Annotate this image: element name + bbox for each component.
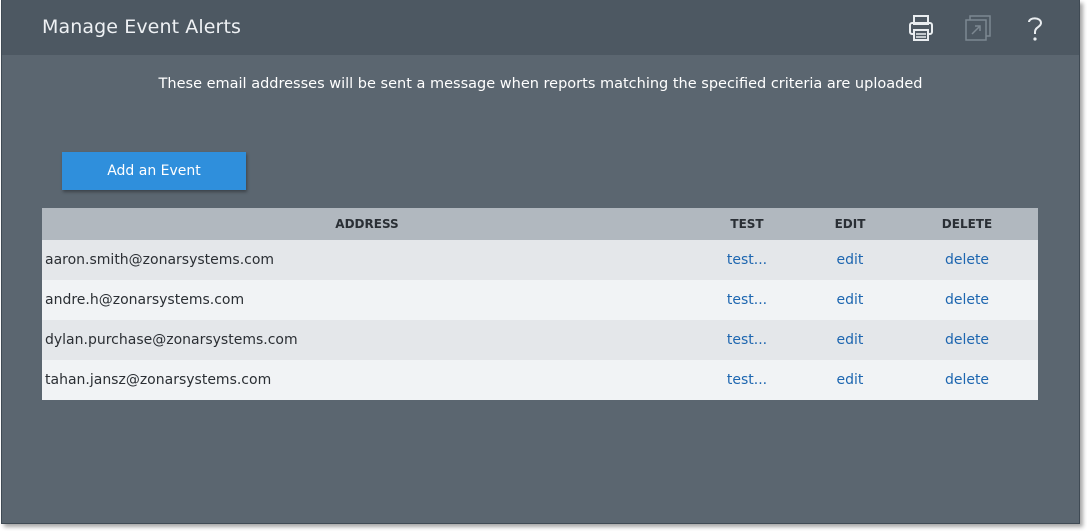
column-header-edit: EDIT	[834, 217, 866, 231]
test-link[interactable]: test...	[707, 280, 787, 320]
print-icon[interactable]	[906, 13, 936, 43]
table-row: dylan.purchase@zonarsystems.com test... …	[42, 320, 1038, 360]
row-address: tahan.jansz@zonarsystems.com	[45, 372, 272, 388]
delete-link[interactable]: delete	[927, 320, 1007, 360]
help-icon[interactable]	[1020, 13, 1050, 43]
edit-link[interactable]: edit	[810, 240, 890, 280]
test-link[interactable]: test...	[707, 360, 787, 400]
column-header-delete: DELETE	[941, 217, 993, 231]
row-address: andre.h@zonarsystems.com	[45, 292, 245, 308]
info-text: These email addresses will be sent a mes…	[158, 76, 923, 92]
table-row: aaron.smith@zonarsystems.com test... edi…	[42, 240, 1038, 280]
test-link[interactable]: test...	[707, 320, 787, 360]
alerts-table: ADDRESS TEST EDIT DELETE aaron.smith@zon…	[42, 208, 1038, 400]
edit-link[interactable]: edit	[810, 360, 890, 400]
delete-link[interactable]: delete	[927, 240, 1007, 280]
table-row: andre.h@zonarsystems.com test... edit de…	[42, 280, 1038, 320]
table-header: ADDRESS TEST EDIT DELETE	[42, 208, 1038, 240]
delete-link[interactable]: delete	[927, 360, 1007, 400]
row-address: aaron.smith@zonarsystems.com	[45, 252, 275, 268]
column-header-test: TEST	[730, 217, 764, 231]
manage-event-alerts-window: Manage Event Alerts These email addresse…	[1, 0, 1080, 524]
row-address: dylan.purchase@zonarsystems.com	[45, 332, 298, 348]
title-bar: Manage Event Alerts	[2, 0, 1079, 55]
popout-icon[interactable]	[963, 13, 993, 43]
table-row: tahan.jansz@zonarsystems.com test... edi…	[42, 360, 1038, 400]
edit-link[interactable]: edit	[810, 280, 890, 320]
add-event-button[interactable]: Add an Event	[62, 152, 246, 190]
delete-link[interactable]: delete	[927, 280, 1007, 320]
column-header-address: ADDRESS	[335, 217, 399, 231]
test-link[interactable]: test...	[707, 240, 787, 280]
page-title: Manage Event Alerts	[42, 16, 242, 38]
edit-link[interactable]: edit	[810, 320, 890, 360]
